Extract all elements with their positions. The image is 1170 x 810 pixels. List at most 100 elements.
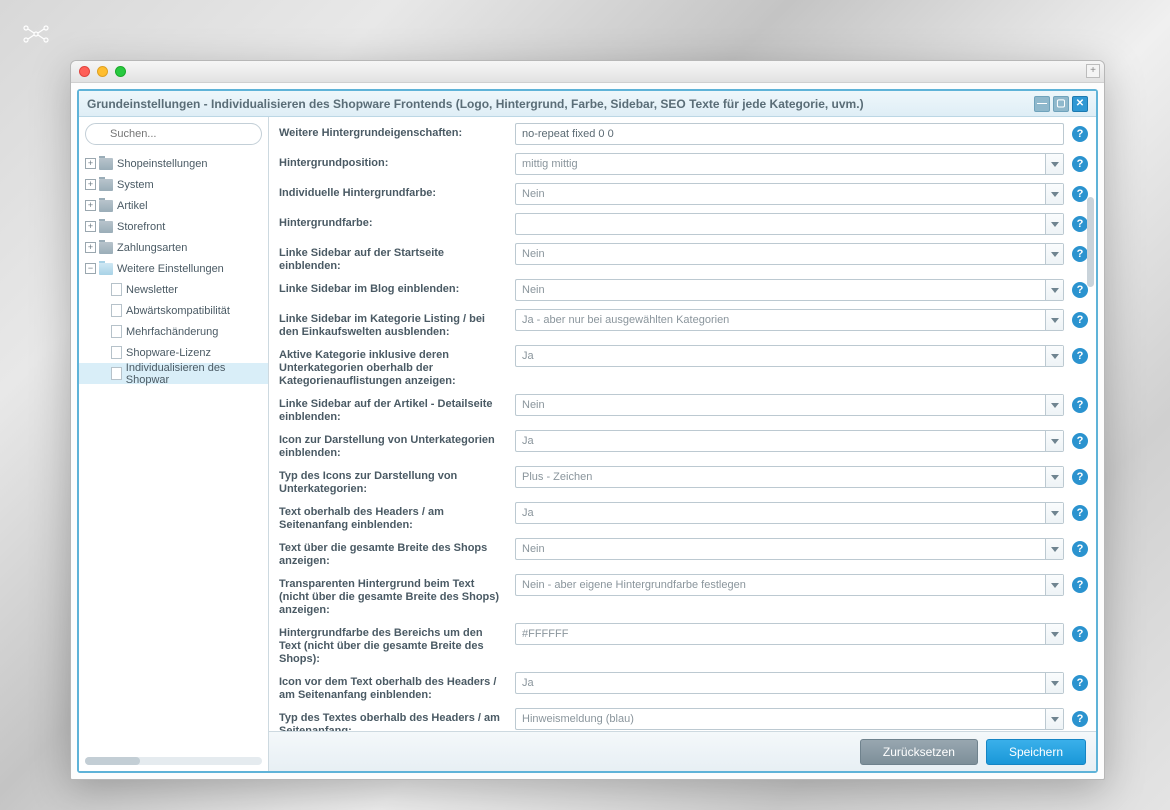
form-label: Hintergrundposition: bbox=[279, 153, 515, 170]
combo-field[interactable]: Hinweismeldung (blau) bbox=[515, 708, 1064, 730]
combo-field[interactable]: Ja bbox=[515, 672, 1064, 694]
os-close-button[interactable] bbox=[79, 66, 90, 77]
help-icon[interactable]: ? bbox=[1072, 312, 1088, 328]
form-label: Text oberhalb des Headers / am Seitenanf… bbox=[279, 502, 515, 532]
help-icon[interactable]: ? bbox=[1072, 577, 1088, 593]
field-value: Hinweismeldung (blau) bbox=[522, 713, 634, 725]
tree-folder[interactable]: + Storefront bbox=[79, 216, 268, 237]
tree-toggle-icon[interactable]: − bbox=[85, 263, 96, 274]
field-value: Ja bbox=[522, 435, 534, 447]
form-label: Icon zur Darstellung von Unterkategorien… bbox=[279, 430, 515, 460]
dropdown-trigger[interactable] bbox=[1045, 467, 1063, 487]
field-value: Nein bbox=[522, 188, 545, 200]
combo-field[interactable]: Nein bbox=[515, 183, 1064, 205]
combo-field[interactable]: #FFFFFF bbox=[515, 623, 1064, 645]
dropdown-trigger[interactable] bbox=[1045, 184, 1063, 204]
search-input[interactable] bbox=[85, 123, 262, 145]
help-icon[interactable]: ? bbox=[1072, 711, 1088, 727]
help-icon[interactable]: ? bbox=[1072, 348, 1088, 364]
folder-icon bbox=[99, 179, 113, 191]
dialog-header: Grundeinstellungen - Individualisieren d… bbox=[79, 91, 1096, 117]
tree-label: Shopeinstellungen bbox=[117, 158, 208, 170]
combo-field[interactable]: Nein bbox=[515, 538, 1064, 560]
tree-folder[interactable]: + Shopeinstellungen bbox=[79, 153, 268, 174]
help-icon[interactable]: ? bbox=[1072, 541, 1088, 557]
os-maximize-button[interactable] bbox=[115, 66, 126, 77]
help-icon[interactable]: ? bbox=[1072, 626, 1088, 642]
tree-toggle-icon[interactable]: + bbox=[85, 200, 96, 211]
dropdown-trigger[interactable] bbox=[1045, 503, 1063, 523]
tree-file[interactable]: Mehrfachänderung bbox=[79, 321, 268, 342]
tree-folder[interactable]: + Artikel bbox=[79, 195, 268, 216]
tree-file[interactable]: Individualisieren des Shopwar bbox=[79, 363, 268, 384]
help-icon[interactable]: ? bbox=[1072, 433, 1088, 449]
dropdown-trigger[interactable] bbox=[1045, 395, 1063, 415]
folder-icon bbox=[99, 242, 113, 254]
help-icon[interactable]: ? bbox=[1072, 505, 1088, 521]
combo-field[interactable]: Nein bbox=[515, 243, 1064, 265]
field-value: #FFFFFF bbox=[522, 628, 568, 640]
dropdown-trigger[interactable] bbox=[1045, 154, 1063, 174]
combo-field[interactable]: Plus - Zeichen bbox=[515, 466, 1064, 488]
field-value: Plus - Zeichen bbox=[522, 471, 592, 483]
help-icon[interactable]: ? bbox=[1072, 156, 1088, 172]
dropdown-trigger[interactable] bbox=[1045, 575, 1063, 595]
dropdown-trigger[interactable] bbox=[1045, 346, 1063, 366]
help-icon[interactable]: ? bbox=[1072, 126, 1088, 142]
form-row: Icon zur Darstellung von Unterkategorien… bbox=[279, 430, 1088, 460]
combo-field[interactable]: mittig mittig bbox=[515, 153, 1064, 175]
form-vertical-scrollbar[interactable] bbox=[1087, 197, 1094, 287]
dropdown-trigger[interactable] bbox=[1045, 214, 1063, 234]
help-icon[interactable]: ? bbox=[1072, 469, 1088, 485]
form-label: Linke Sidebar auf der Artikel - Detailse… bbox=[279, 394, 515, 424]
form-row: Linke Sidebar auf der Startseite einblen… bbox=[279, 243, 1088, 273]
field-value: Nein - aber eigene Hintergrundfarbe fest… bbox=[522, 579, 746, 591]
help-icon[interactable]: ? bbox=[1072, 282, 1088, 298]
dropdown-trigger[interactable] bbox=[1045, 431, 1063, 451]
dropdown-trigger[interactable] bbox=[1045, 624, 1063, 644]
help-icon[interactable]: ? bbox=[1072, 246, 1088, 262]
combo-field[interactable] bbox=[515, 213, 1064, 235]
form-row: Icon vor dem Text oberhalb des Headers /… bbox=[279, 672, 1088, 702]
tree-file[interactable]: Abwärtskompatibilität bbox=[79, 300, 268, 321]
dropdown-trigger[interactable] bbox=[1045, 244, 1063, 264]
help-icon[interactable]: ? bbox=[1072, 216, 1088, 232]
help-icon[interactable]: ? bbox=[1072, 675, 1088, 691]
tree-folder[interactable]: + System bbox=[79, 174, 268, 195]
tree-label: Storefront bbox=[117, 221, 165, 233]
window-maximize-button[interactable]: ▢ bbox=[1053, 96, 1069, 112]
window-close-button[interactable]: ✕ bbox=[1072, 96, 1088, 112]
combo-field[interactable]: Ja bbox=[515, 502, 1064, 524]
tree-file[interactable]: Shopware-Lizenz bbox=[79, 342, 268, 363]
tree-folder[interactable]: + Zahlungsarten bbox=[79, 237, 268, 258]
form-row: Hintergrundfarbe:? bbox=[279, 213, 1088, 237]
window-minimize-button[interactable]: — bbox=[1034, 96, 1050, 112]
sidebar-horizontal-scrollbar[interactable] bbox=[85, 757, 262, 765]
os-minimize-button[interactable] bbox=[97, 66, 108, 77]
combo-field[interactable]: Nein bbox=[515, 394, 1064, 416]
help-icon[interactable]: ? bbox=[1072, 397, 1088, 413]
dropdown-trigger[interactable] bbox=[1045, 709, 1063, 729]
help-icon[interactable]: ? bbox=[1072, 186, 1088, 202]
reset-button[interactable]: Zurücksetzen bbox=[860, 739, 978, 765]
dropdown-trigger[interactable] bbox=[1045, 310, 1063, 330]
field-value: Ja bbox=[522, 507, 534, 519]
save-button[interactable]: Speichern bbox=[986, 739, 1086, 765]
dropdown-trigger[interactable] bbox=[1045, 280, 1063, 300]
combo-field[interactable]: Ja - aber nur bei ausgewählten Kategorie… bbox=[515, 309, 1064, 331]
combo-field[interactable]: Ja bbox=[515, 345, 1064, 367]
titlebar-add-button[interactable]: + bbox=[1086, 64, 1100, 78]
combo-field[interactable]: Nein bbox=[515, 279, 1064, 301]
combo-field[interactable]: Ja bbox=[515, 430, 1064, 452]
tree-toggle-icon[interactable]: + bbox=[85, 158, 96, 169]
tree-toggle-icon[interactable]: + bbox=[85, 242, 96, 253]
form-label: Weitere Hintergrundeigenschaften: bbox=[279, 123, 515, 140]
dropdown-trigger[interactable] bbox=[1045, 539, 1063, 559]
tree-toggle-icon[interactable]: + bbox=[85, 221, 96, 232]
combo-field[interactable]: Nein - aber eigene Hintergrundfarbe fest… bbox=[515, 574, 1064, 596]
tree-file[interactable]: Newsletter bbox=[79, 279, 268, 300]
tree-folder[interactable]: − Weitere Einstellungen bbox=[79, 258, 268, 279]
tree-toggle-icon[interactable]: + bbox=[85, 179, 96, 190]
dropdown-trigger[interactable] bbox=[1045, 673, 1063, 693]
text-field[interactable]: no-repeat fixed 0 0 bbox=[515, 123, 1064, 145]
